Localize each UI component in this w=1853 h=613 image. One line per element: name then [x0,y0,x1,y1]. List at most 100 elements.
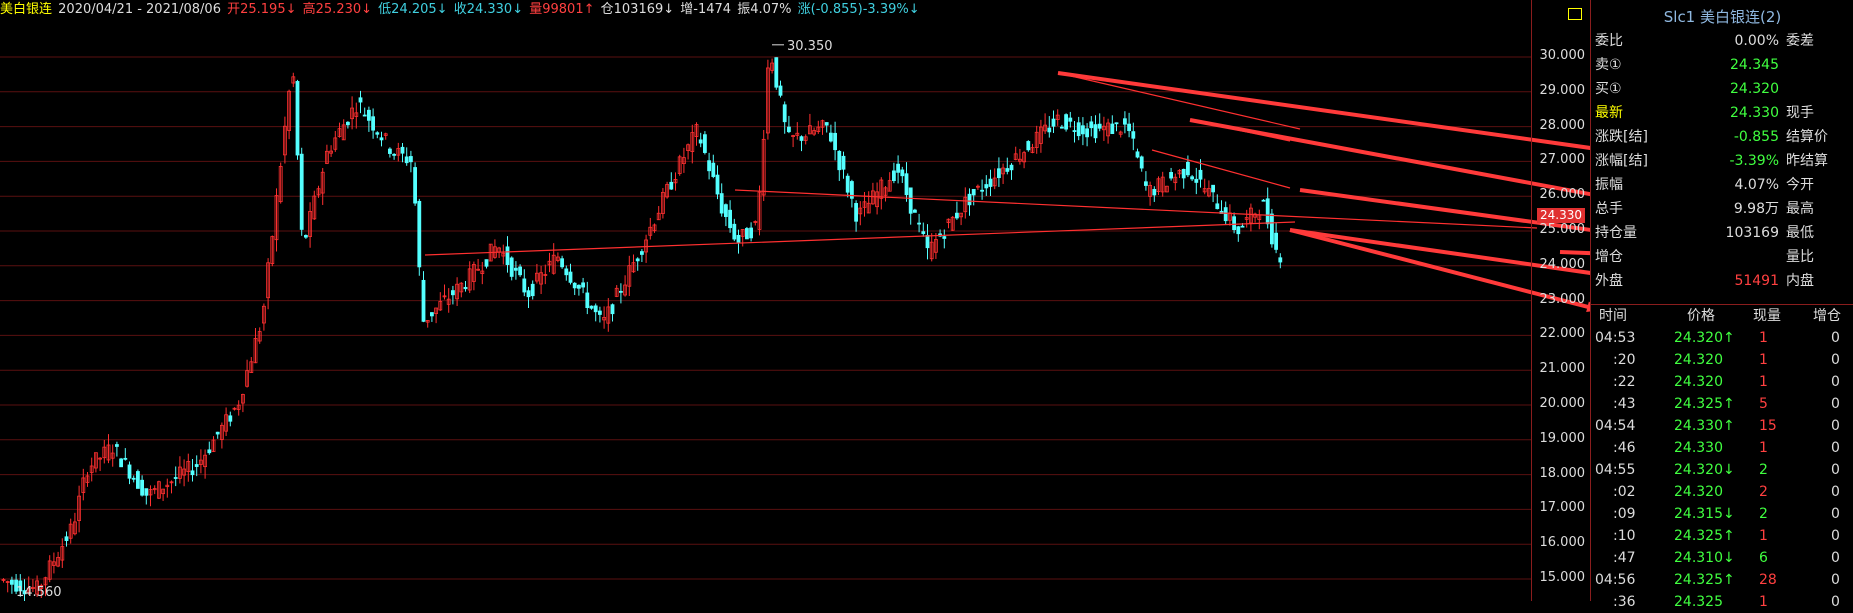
candle-body [1127,123,1131,132]
quote-label: 总手 [1595,201,1623,217]
tick-time: 04:56 [1595,572,1636,588]
candle-body [131,477,136,480]
candle-body [1232,216,1236,231]
candle-body [140,479,145,496]
quote-label: 外盘 [1595,273,1623,289]
candle-body [1089,121,1094,129]
candle-body [1270,213,1274,245]
candle-body [421,279,426,322]
high-annotation: 30.350 [787,39,833,54]
y-tick-label: 18.000 [1539,465,1586,481]
candle-body [728,209,732,229]
candle-body [1097,123,1102,129]
y-tick-label: 17.000 [1539,500,1586,516]
candle-body [896,163,900,173]
oi-change-value: 增-1474 [680,2,732,17]
candle-body [1265,198,1270,225]
candle-body [484,259,489,267]
quote-panel: Slc1 美白银连(2) 委比 0.00% 委差 卖① 24.345 买① 24.320 最新… [1590,0,1853,610]
tick-table-header: 时间 价格 现量 增仓 [1591,305,1853,327]
instrument-name: 美白银连 [0,2,53,17]
candle-body [1047,127,1052,133]
candle-body [505,246,510,265]
candle-body [1072,130,1077,132]
y-tick-label: 20.000 [1539,396,1586,411]
candle-body [778,85,783,96]
tick-volume: 5 [1759,396,1768,412]
candle-body [719,193,724,214]
quote-label-2: 结算价 [1786,129,1828,145]
price-axis[interactable]: 30.000 29.000 28.000 27.000 26.000 25.000 24.0… [1531,0,1591,601]
candle-body [598,310,602,315]
tick-oi: 0 [1831,506,1840,522]
candle-body [1198,169,1203,180]
candle-body [1144,181,1148,186]
tick-price: 24.320 [1674,374,1723,390]
quote-value: 9.98万 [1733,201,1779,217]
change-value: 涨(-0.855)-3.39%↓ [797,2,920,17]
tick-oi: 0 [1831,396,1840,412]
quote-row: 振幅 4.07% 今开 [1591,174,1853,197]
candle-body [417,200,422,268]
tick-oi: 0 [1831,528,1840,544]
candle-body [749,227,753,239]
col-oi: 增仓 [1813,308,1841,324]
tick-volume: 2 [1759,506,1768,522]
candlestick-chart[interactable]: 30.350 14.560 [0,0,1590,601]
tick-price: 24.325↑ [1674,572,1735,588]
candle-body [560,258,564,268]
tick-row: :22 24.320 1 0 [1591,371,1853,393]
candle-body [593,305,598,313]
window-box-icon[interactable] [1568,8,1582,20]
candle-body [514,267,518,271]
tick-volume: 1 [1759,352,1768,368]
candle-body [358,97,363,103]
candle-body [1190,176,1194,180]
candle-body [841,155,846,170]
candle-body [564,268,569,276]
tick-volume: 15 [1759,418,1777,434]
candle-body [64,536,69,541]
trend-line [424,221,1296,256]
quote-row: 最新 24.330 现手 [1591,102,1853,125]
candle-body [135,471,140,489]
tick-oi: 0 [1831,352,1840,368]
candle-body [568,271,573,283]
quote-label-2: 现手 [1786,105,1814,121]
quote-label: 涨幅[结] [1595,153,1648,169]
quote-label-2: 最高 [1786,201,1814,217]
tick-volume: 1 [1759,528,1768,544]
candle-body [379,137,384,141]
y-tick-label: 19.000 [1539,430,1586,446]
col-volume: 现量 [1753,308,1781,324]
candle-body [732,223,737,240]
tick-price: 24.310↓ [1674,550,1735,566]
tick-volume: 1 [1759,594,1768,610]
tick-oi: 0 [1831,594,1840,610]
candle-body [967,193,972,206]
tick-oi: 0 [1831,440,1840,456]
candle-body [1186,161,1190,176]
quote-row: 卖① 24.345 [1591,54,1853,77]
quote-row: 总手 9.98万 最高 [1591,198,1853,221]
panel-title: Slc1 美白银连(2) [1663,8,1782,26]
y-tick-label: 27.000 [1539,152,1586,168]
candle-body [837,150,842,171]
quote-label: 买① [1595,81,1622,97]
y-tick-label: 21.000 [1539,361,1586,377]
tick-row: 04:53 24.320↑ 1 0 [1591,327,1853,349]
quote-value: 24.320 [1730,81,1779,97]
tick-oi: 0 [1831,484,1840,500]
quote-label-2: 今开 [1786,177,1814,193]
candle-body [892,170,896,182]
quote-value: 24.330 [1730,105,1779,121]
tick-time: :47 [1613,550,1636,566]
candle-body [715,174,720,195]
tick-oi: 0 [1831,374,1840,390]
candle-body [585,292,590,309]
candle-body [724,204,728,217]
candle-body [925,234,930,249]
tick-price: 24.330↑ [1674,418,1735,434]
candle-body [345,121,350,126]
tick-row: :10 24.325↑ 1 0 [1591,525,1853,547]
